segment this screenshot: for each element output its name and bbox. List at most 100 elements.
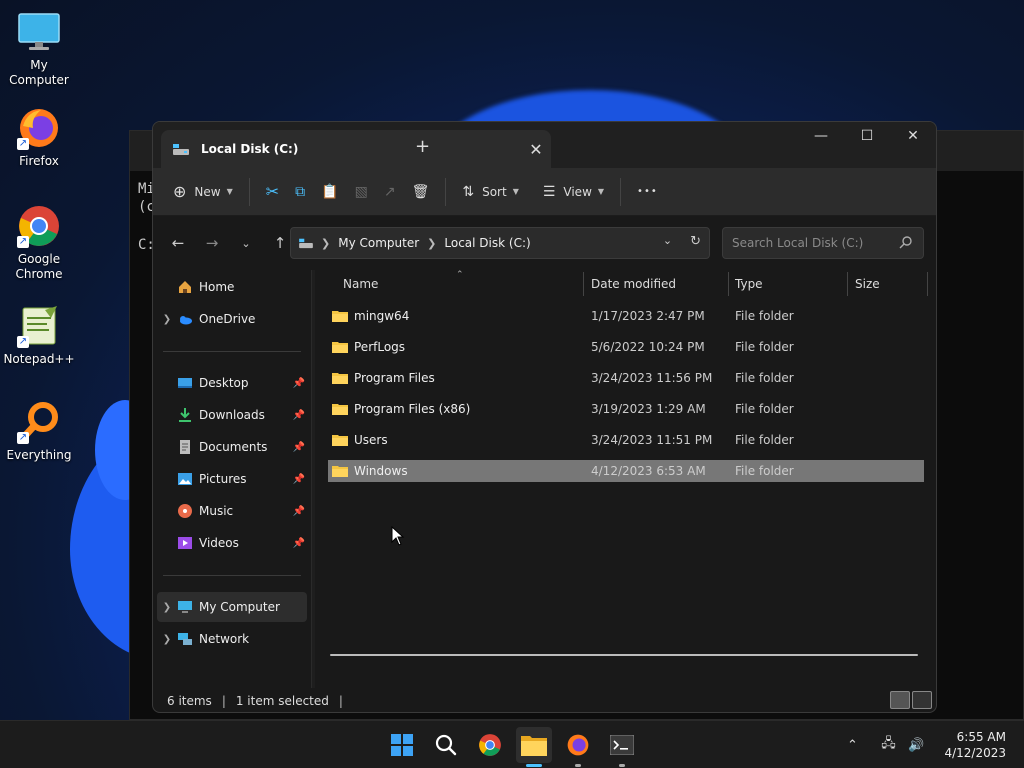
copy-button[interactable]: ⧉: [287, 176, 313, 208]
column-header-name[interactable]: Name: [343, 277, 378, 291]
titlebar[interactable]: Local Disk (C:) ✕ + — ☐ ✕: [153, 122, 936, 168]
pane-splitter[interactable]: [311, 270, 315, 688]
network-status-icon[interactable]: 🖧: [874, 734, 902, 756]
close-tab-icon[interactable]: ✕: [521, 140, 551, 159]
pin-icon[interactable]: 📌: [293, 538, 305, 549]
file-name: Program Files (x86): [354, 402, 471, 416]
horizontal-scrollbar[interactable]: [330, 654, 918, 656]
file-explorer-window[interactable]: Local Disk (C:) ✕ + — ☐ ✕ ⊕ New ▼ ✂ ⧉ 📋 …: [152, 121, 937, 713]
desktop-icon-my-computer[interactable]: My Computer: [0, 10, 78, 88]
tab-local-disk[interactable]: Local Disk (C:) ✕: [161, 130, 551, 168]
taskbar-terminal[interactable]: [604, 727, 640, 767]
column-divider[interactable]: [583, 272, 584, 296]
view-button[interactable]: ☰ View ▼: [535, 176, 612, 208]
details-view-icon[interactable]: [890, 691, 910, 709]
address-dropdown-icon[interactable]: ⌄: [663, 234, 672, 249]
selection-count: 1 item selected: [235, 694, 329, 708]
taskbar-firefox[interactable]: [560, 727, 596, 767]
chevron-right-icon[interactable]: ❯: [157, 314, 177, 325]
breadcrumb-local-disk[interactable]: Local Disk (C:): [444, 236, 530, 250]
pin-icon[interactable]: 📌: [293, 410, 305, 421]
search-icon[interactable]: [899, 235, 913, 249]
desktop-icon-label: Everything: [6, 448, 72, 462]
address-bar[interactable]: ❯ My Computer ❯ Local Disk (C:) ⌄ ↻: [290, 227, 710, 259]
sidebar-item-videos[interactable]: Videos 📌: [157, 528, 307, 558]
share-button[interactable]: ↗: [376, 176, 404, 208]
chevron-up-icon[interactable]: ⌃: [838, 738, 866, 753]
column-header-date[interactable]: Date modified: [591, 277, 676, 291]
column-divider[interactable]: [728, 272, 729, 296]
column-divider[interactable]: [927, 272, 928, 296]
desktop-icon-everything[interactable]: ↗ Everything: [0, 400, 78, 463]
new-button[interactable]: ⊕ New ▼: [165, 176, 241, 208]
sidebar-item-downloads[interactable]: Downloads 📌: [157, 400, 307, 430]
download-icon: [179, 408, 191, 422]
chevron-right-icon[interactable]: ❯: [157, 602, 177, 613]
pin-icon[interactable]: 📌: [293, 378, 305, 389]
new-button-label: New: [194, 184, 221, 199]
desktop-icon-label: Google Chrome: [15, 252, 63, 281]
sidebar-label: Documents: [199, 440, 268, 454]
clock[interactable]: 6:55 AM 4/12/2023: [930, 729, 1024, 761]
sidebar-item-documents[interactable]: Documents 📌: [157, 432, 307, 462]
sidebar-item-home[interactable]: Home: [157, 272, 307, 302]
close-window-icon[interactable]: ✕: [890, 122, 936, 152]
sidebar-item-my-computer[interactable]: ❯ My Computer: [157, 592, 307, 622]
desktop-icon-notepadpp[interactable]: ↗ Notepad++: [0, 304, 78, 367]
desktop-icon-chrome[interactable]: ↗ Google Chrome: [0, 204, 78, 282]
sidebar-label: Downloads: [199, 408, 265, 422]
desktop-icon-firefox[interactable]: ↗ Firefox: [0, 106, 78, 169]
tiles-view-icon[interactable]: [912, 691, 932, 709]
file-row[interactable]: Program Files (x86) 3/19/2023 1:29 AM Fi…: [328, 398, 924, 420]
recent-chevron-icon[interactable]: ⌄: [229, 237, 263, 250]
column-header-type[interactable]: Type: [735, 277, 763, 291]
file-row[interactable]: Users 3/24/2023 11:51 PM File folder: [328, 429, 924, 451]
file-row[interactable]: mingw64 1/17/2023 2:47 PM File folder: [328, 305, 924, 327]
share-icon: ↗: [383, 183, 396, 200]
sidebar-item-network[interactable]: ❯ Network: [157, 624, 307, 654]
pin-icon[interactable]: 📌: [293, 474, 305, 485]
delete-button[interactable]: 🗑: [404, 176, 438, 208]
back-arrow-icon[interactable]: ←: [161, 234, 195, 252]
new-tab-button[interactable]: +: [415, 136, 430, 157]
file-row-selected[interactable]: Windows 4/12/2023 6:53 AM File folder: [328, 460, 924, 482]
search-box[interactable]: [722, 227, 924, 259]
start-button[interactable]: [384, 727, 420, 763]
sidebar-item-music[interactable]: Music 📌: [157, 496, 307, 526]
minimize-icon[interactable]: —: [798, 122, 844, 152]
folder-icon: [332, 466, 348, 477]
sidebar-divider: [163, 575, 301, 576]
cut-button[interactable]: ✂: [258, 176, 287, 208]
file-row[interactable]: Program Files 3/24/2023 11:56 PM File fo…: [328, 367, 924, 389]
monitor-icon: [178, 601, 192, 613]
file-row[interactable]: PerfLogs 5/6/2022 10:24 PM File folder: [328, 336, 924, 358]
sort-button[interactable]: ⇅ Sort ▼: [454, 176, 527, 208]
sidebar-item-desktop[interactable]: Desktop 📌: [157, 368, 307, 398]
sidebar-label: Desktop: [199, 376, 249, 390]
maximize-icon[interactable]: ☐: [844, 122, 890, 152]
chevron-right-icon[interactable]: ❯: [157, 634, 177, 645]
search-input[interactable]: [732, 236, 892, 250]
search-button[interactable]: [428, 727, 464, 763]
breadcrumb-my-computer[interactable]: My Computer: [338, 236, 419, 250]
forward-arrow-icon[interactable]: →: [195, 234, 229, 252]
desktop-icon-label: Firefox: [19, 154, 59, 168]
taskbar-chrome[interactable]: [472, 727, 508, 763]
column-header-size[interactable]: Size: [855, 277, 880, 291]
column-divider[interactable]: [847, 272, 848, 296]
rename-button[interactable]: ▧: [347, 176, 376, 208]
sidebar-item-pictures[interactable]: Pictures 📌: [157, 464, 307, 494]
paste-button[interactable]: 📋: [313, 176, 346, 208]
copy-icon: ⧉: [295, 183, 306, 200]
trash-icon: 🗑: [411, 183, 430, 200]
pin-icon[interactable]: 📌: [293, 506, 305, 517]
more-options-button[interactable]: •••: [629, 176, 666, 208]
sidebar-divider: [163, 351, 301, 352]
firefox-icon: [567, 734, 589, 756]
sidebar-item-onedrive[interactable]: ❯ OneDrive: [157, 304, 307, 334]
refresh-icon[interactable]: ↻: [690, 234, 701, 249]
volume-icon[interactable]: 🔊: [902, 738, 930, 753]
sidebar-label: Pictures: [199, 472, 247, 486]
pin-icon[interactable]: 📌: [293, 442, 305, 453]
taskbar-file-explorer[interactable]: [516, 727, 552, 767]
